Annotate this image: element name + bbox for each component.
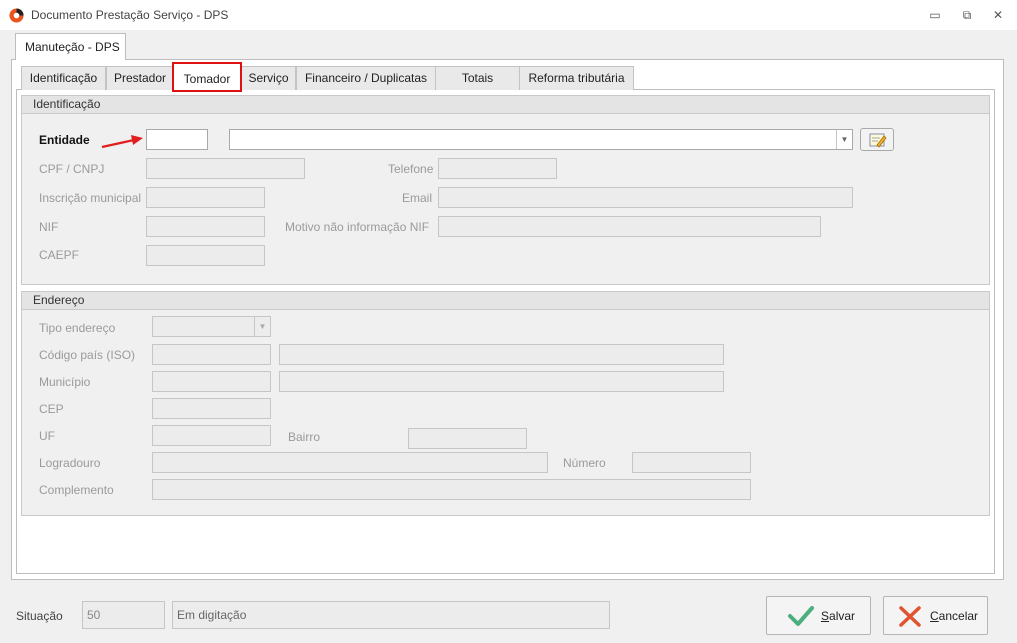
codigo-pais-label: Código país (ISO) <box>39 348 136 362</box>
cancelar-button[interactable]: Cancelar <box>883 596 988 635</box>
maximize-icon[interactable]: ⧉ <box>956 6 978 24</box>
cancel-x-icon <box>899 606 921 627</box>
municipio-nome-input[interactable] <box>279 371 724 392</box>
red-arrow-icon <box>101 135 143 149</box>
tab-servico[interactable]: Serviço <box>241 66 296 90</box>
salvar-label: Salvar <box>821 609 856 623</box>
tipo-endereco-label: Tipo endereço <box>39 321 116 335</box>
app-logo-icon <box>9 8 24 23</box>
endereco-header: Endereço <box>22 292 989 310</box>
entidade-code-input[interactable] <box>146 129 208 150</box>
identificacao-header: Identificação <box>22 96 989 114</box>
codigo-pais-input[interactable] <box>152 344 271 365</box>
tab-identificacao[interactable]: Identificação <box>21 66 106 90</box>
cpf-cnpj-input[interactable] <box>146 158 305 179</box>
cpf-cnpj-label: CPF / CNPJ <box>39 162 105 176</box>
entidade-name-value <box>230 130 834 149</box>
tab-financeiro[interactable]: Financeiro / Duplicatas <box>296 66 436 90</box>
entidade-label: Entidade <box>39 133 90 147</box>
municipio-label: Município <box>39 375 91 389</box>
tab-totais[interactable]: Totais <box>435 66 520 90</box>
bairro-label: Bairro <box>288 430 321 444</box>
close-icon[interactable]: ✕ <box>987 6 1009 24</box>
email-input[interactable] <box>438 187 853 208</box>
email-label: Email <box>402 191 433 205</box>
edit-pencil-icon <box>869 133 887 148</box>
municipio-code-input[interactable] <box>152 371 271 392</box>
complemento-label: Complemento <box>39 483 114 497</box>
complemento-input[interactable] <box>152 479 751 500</box>
inscricao-municipal-input[interactable] <box>146 187 265 208</box>
cancelar-label: Cancelar <box>930 609 979 623</box>
situacao-label: Situação <box>16 609 63 623</box>
logradouro-label: Logradouro <box>39 456 101 470</box>
numero-input[interactable] <box>632 452 751 473</box>
caepf-label: CAEPF <box>39 248 80 262</box>
edit-entity-button[interactable] <box>860 128 894 151</box>
telefone-input[interactable] <box>438 158 557 179</box>
chevron-down-icon[interactable]: ▼ <box>836 130 852 149</box>
cep-label: CEP <box>39 402 64 416</box>
entidade-name-combobox[interactable]: ▼ <box>229 129 853 150</box>
tab-prestador[interactable]: Prestador <box>106 66 174 90</box>
nif-input[interactable] <box>146 216 265 237</box>
tab-manutencao-dps[interactable]: Manuteção - DPS <box>15 33 126 60</box>
motivo-nif-label: Motivo não informação NIF <box>285 220 430 234</box>
motivo-nif-input[interactable] <box>438 216 821 237</box>
window-title: Documento Prestação Serviço - DPS <box>31 8 229 22</box>
tab-reforma-tributaria[interactable]: Reforma tributária <box>519 66 634 90</box>
check-icon <box>788 606 814 626</box>
minimize-icon[interactable]: ▭ <box>924 6 946 24</box>
situacao-text-field: Em digitação <box>172 601 610 629</box>
telefone-label: Telefone <box>388 162 434 176</box>
logradouro-input[interactable] <box>152 452 548 473</box>
chevron-down-icon[interactable]: ▼ <box>254 317 270 336</box>
cep-input[interactable] <box>152 398 271 419</box>
pais-nome-input[interactable] <box>279 344 724 365</box>
uf-label: UF <box>39 429 55 443</box>
numero-label: Número <box>563 456 606 470</box>
nif-label: NIF <box>39 220 59 234</box>
tipo-endereco-select[interactable]: ▼ <box>152 316 271 337</box>
inscricao-municipal-label: Inscrição municipal <box>39 191 142 205</box>
tab-tomador[interactable]: Tomador <box>172 62 242 92</box>
uf-input[interactable] <box>152 425 271 446</box>
situacao-code-field: 50 <box>82 601 165 629</box>
salvar-button[interactable]: Salvar <box>766 596 871 635</box>
caepf-input[interactable] <box>146 245 265 266</box>
bairro-input[interactable] <box>408 428 527 449</box>
